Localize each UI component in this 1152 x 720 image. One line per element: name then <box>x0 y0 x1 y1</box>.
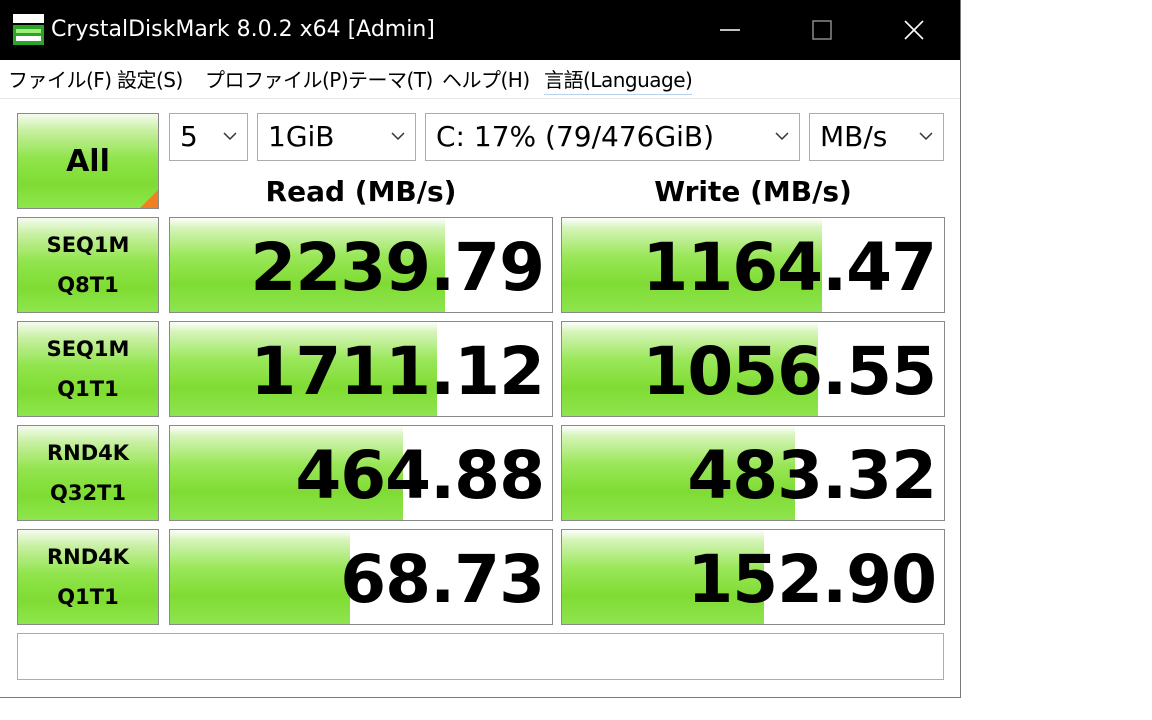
read-result-seq1m-q8t1: 2239.79 <box>169 217 553 313</box>
test-button-seq1m-q1t1[interactable]: SEQ1M Q1T1 <box>17 321 159 417</box>
write-value: 152.90 <box>687 541 937 618</box>
write-result-seq1m-q1t1: 1056.55 <box>561 321 945 417</box>
read-bar <box>170 530 350 624</box>
all-button[interactable]: All <box>17 113 159 209</box>
unit-select[interactable]: MB/s <box>809 113 944 161</box>
maximize-button[interactable] <box>776 0 868 60</box>
test-name: RND4K <box>46 441 130 465</box>
minimize-icon <box>720 29 740 31</box>
menu-profile[interactable]: プロファイル(P) <box>205 66 349 94</box>
read-result-rnd4k-q32t1: 464.88 <box>169 425 553 521</box>
test-params: Q32T1 <box>49 481 126 505</box>
test-params: Q1T1 <box>57 377 119 401</box>
menu-file[interactable]: ファイル(F) <box>8 66 112 94</box>
write-value: 1056.55 <box>642 333 937 410</box>
write-result-seq1m-q8t1: 1164.47 <box>561 217 945 313</box>
menu-settings[interactable]: 設定(S) <box>117 66 183 94</box>
test-params: Q8T1 <box>57 273 119 297</box>
test-size-value: 1GiB <box>268 120 335 153</box>
test-count-value: 5 <box>180 120 198 153</box>
drive-icon <box>13 14 44 45</box>
menu-bar: ファイル(F) 設定(S) プロファイル(P) テーマ(T) ヘルプ(H) 言語… <box>0 60 960 99</box>
test-button-rnd4k-q1t1[interactable]: RND4K Q1T1 <box>17 529 159 625</box>
all-button-label: All <box>66 143 110 179</box>
read-value: 68.73 <box>340 541 545 618</box>
test-button-rnd4k-q32t1[interactable]: RND4K Q32T1 <box>17 425 159 521</box>
read-value: 464.88 <box>295 437 545 514</box>
write-header: Write (MB/s) <box>654 175 852 208</box>
read-result-seq1m-q1t1: 1711.12 <box>169 321 553 417</box>
test-button-seq1m-q8t1[interactable]: SEQ1M Q8T1 <box>17 217 159 313</box>
drive-select[interactable]: C: 17% (79/476GiB) <box>425 113 800 161</box>
write-result-rnd4k-q32t1: 483.32 <box>561 425 945 521</box>
corner-indicator <box>140 190 158 208</box>
comment-field[interactable] <box>17 633 944 680</box>
chevron-down-icon <box>223 132 237 141</box>
menu-language[interactable]: 言語(Language) <box>544 66 693 95</box>
maximize-icon <box>812 20 832 40</box>
read-value: 2239.79 <box>250 229 545 306</box>
close-icon <box>904 20 924 40</box>
write-value: 1164.47 <box>642 229 937 306</box>
title-bar[interactable]: CrystalDiskMark 8.0.2 x64 [Admin] <box>0 0 960 60</box>
write-value: 483.32 <box>687 437 937 514</box>
write-result-rnd4k-q1t1: 152.90 <box>561 529 945 625</box>
window-title: CrystalDiskMark 8.0.2 x64 [Admin] <box>51 17 435 42</box>
test-size-select[interactable]: 1GiB <box>257 113 416 161</box>
test-name: SEQ1M <box>46 233 130 257</box>
app-window: CrystalDiskMark 8.0.2 x64 [Admin] ファイル(F… <box>0 0 961 698</box>
drive-value: C: 17% (79/476GiB) <box>436 120 715 153</box>
close-button[interactable] <box>868 0 960 60</box>
read-value: 1711.12 <box>250 333 545 410</box>
menu-help[interactable]: ヘルプ(H) <box>442 66 530 94</box>
test-name: RND4K <box>46 545 130 569</box>
chevron-down-icon <box>391 132 405 141</box>
chevron-down-icon <box>919 132 933 141</box>
test-params: Q1T1 <box>57 585 119 609</box>
read-header: Read (MB/s) <box>265 175 457 208</box>
minimize-button[interactable] <box>684 0 776 60</box>
test-count-select[interactable]: 5 <box>169 113 248 161</box>
menu-theme[interactable]: テーマ(T) <box>348 66 433 94</box>
read-result-rnd4k-q1t1: 68.73 <box>169 529 553 625</box>
main-panel: All 5 1GiB C: 17% (79/476GiB) MB/s Read … <box>0 99 960 697</box>
unit-value: MB/s <box>820 120 888 153</box>
chevron-down-icon <box>775 132 789 141</box>
test-name: SEQ1M <box>46 337 130 361</box>
